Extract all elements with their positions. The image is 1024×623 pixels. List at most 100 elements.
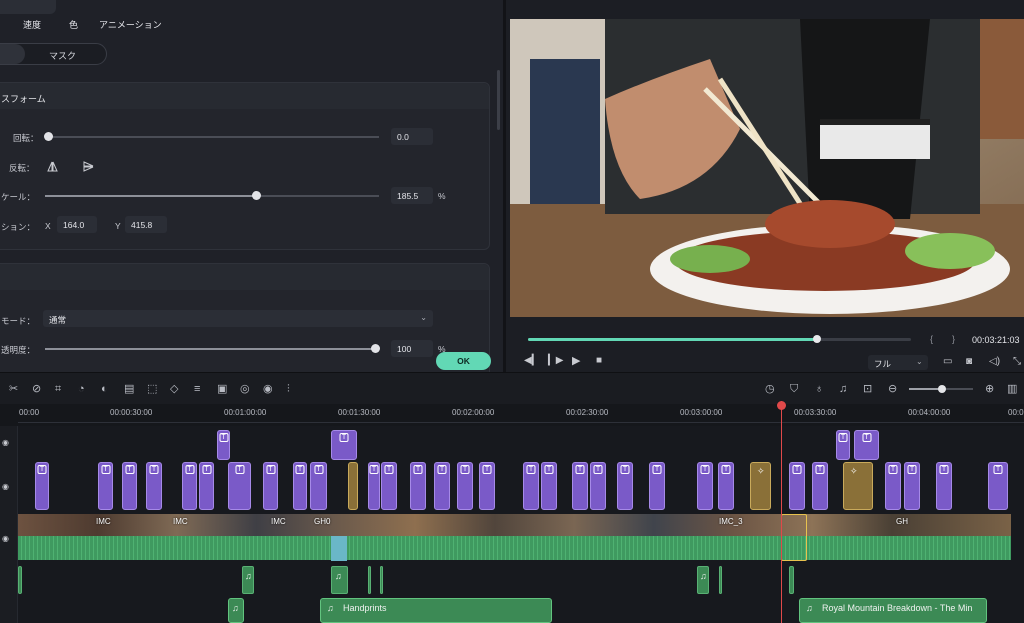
audio-clip[interactable]: ♫: [331, 566, 348, 594]
title-clip[interactable]: T: [885, 462, 901, 510]
effect-clip[interactable]: ✧: [750, 462, 771, 510]
title-clip[interactable]: T: [35, 462, 49, 510]
fit-icon[interactable]: ⊡: [863, 384, 872, 395]
stop-icon[interactable]: ■: [596, 356, 602, 366]
title-clip[interactable]: T: [434, 462, 450, 510]
title-clip[interactable]: T: [199, 462, 214, 510]
compositing-header[interactable]: [0, 264, 489, 290]
tab-color[interactable]: 色: [69, 18, 78, 31]
title-clip[interactable]: T: [228, 462, 251, 510]
microphone-icon[interactable]: ♁: [815, 384, 823, 395]
rotation-slider-knob[interactable]: [44, 132, 53, 141]
rotation-slider[interactable]: [49, 136, 379, 138]
scissors-icon[interactable]: ✂: [9, 384, 18, 395]
frame-icon[interactable]: ⬚: [147, 384, 157, 395]
track-head-title-2[interactable]: ◉: [0, 460, 18, 514]
title-clip[interactable]: T: [904, 462, 920, 510]
properties-scrollbar[interactable]: [497, 70, 500, 130]
eye-icon[interactable]: ◉: [2, 438, 9, 447]
audio-clip[interactable]: ♫: [697, 566, 709, 594]
title-clip[interactable]: T: [410, 462, 426, 510]
title-clip[interactable]: T: [122, 462, 137, 510]
audio-clip[interactable]: [368, 566, 371, 594]
title-clip[interactable]: T: [368, 462, 380, 510]
scale-input[interactable]: 185.5: [391, 187, 433, 204]
keyframe-icon[interactable]: ◇: [170, 384, 178, 395]
music-clip-royal-mountain[interactable]: ♫ Royal Mountain Breakdown - The Min: [799, 598, 987, 623]
rotation-input[interactable]: 0.0: [391, 128, 433, 145]
marker-icon[interactable]: ⛉: [790, 384, 798, 395]
title-clip[interactable]: T: [617, 462, 633, 510]
position-y-input[interactable]: 415.8: [125, 216, 167, 233]
tab-animation[interactable]: アニメーション: [99, 18, 162, 31]
title-clip[interactable]: T: [381, 462, 397, 510]
zoom-slider-knob[interactable]: [938, 385, 946, 393]
timeline-ruler[interactable]: 00:00 00:00:30:00 00:01:00:00 00:01:30:0…: [0, 404, 1024, 426]
delete-icon[interactable]: ⊘: [32, 384, 41, 395]
play-frame-icon[interactable]: ▎▶︎: [548, 356, 563, 366]
title-clip[interactable]: T: [479, 462, 495, 510]
mark-in-icon[interactable]: {: [930, 334, 933, 344]
music-clip[interactable]: ♫: [228, 598, 244, 623]
audio-clip[interactable]: [380, 566, 383, 594]
text-edit-icon[interactable]: ▤: [124, 384, 134, 395]
effect-clip[interactable]: ✧: [843, 462, 873, 510]
tab-speed[interactable]: 速度: [23, 18, 41, 31]
color-icon[interactable]: ◐: [101, 384, 108, 395]
title-clip[interactable]: T: [523, 462, 539, 510]
freeze-icon[interactable]: ▣: [217, 384, 227, 395]
title-clip[interactable]: T: [146, 462, 162, 510]
track-head-video[interactable]: ◉: [0, 514, 18, 564]
segment-mask[interactable]: マスク: [49, 49, 76, 62]
audio-clip[interactable]: [18, 566, 22, 594]
playhead-line[interactable]: [781, 401, 782, 623]
title-clip[interactable]: T: [263, 462, 278, 510]
title-clip[interactable]: T: [217, 430, 230, 460]
title-clip[interactable]: T: [293, 462, 307, 510]
selected-clip-outline[interactable]: [781, 514, 807, 561]
play-icon[interactable]: ▶: [572, 356, 580, 367]
preview-scrubber[interactable]: [528, 335, 911, 343]
title-clip[interactable]: T: [572, 462, 588, 510]
blend-mode-select[interactable]: 通常 ⌄: [43, 310, 433, 327]
layout-icon[interactable]: ▥: [1007, 384, 1017, 395]
crop-icon[interactable]: ⌗: [55, 384, 61, 395]
camera-icon[interactable]: ◙: [966, 357, 972, 367]
title-clip[interactable]: T: [836, 430, 850, 460]
fullscreen-icon[interactable]: ⤡: [1013, 357, 1021, 367]
title-clip[interactable]: T: [541, 462, 557, 510]
audio-wave-icon[interactable]: ⫶: [287, 384, 290, 395]
ok-button[interactable]: OK: [436, 352, 491, 370]
flip-vertical-icon[interactable]: [83, 161, 94, 175]
title-clip[interactable]: T: [457, 462, 473, 510]
split-icon[interactable]: ◉: [263, 384, 273, 395]
eye-icon[interactable]: ◉: [2, 534, 9, 543]
title-clip[interactable]: T: [98, 462, 113, 510]
title-clip[interactable]: T: [697, 462, 713, 510]
track-head-title-1[interactable]: ◉: [0, 426, 18, 460]
basic-mask-toggle[interactable]: マスク: [0, 43, 107, 65]
track-head-music[interactable]: [0, 598, 18, 623]
step-back-icon[interactable]: ◀︎▎: [524, 356, 539, 366]
selected-audio-segment[interactable]: [331, 536, 347, 561]
title-clip[interactable]: T: [854, 430, 879, 460]
zoom-out-icon[interactable]: ⊖: [888, 384, 897, 395]
title-clip[interactable]: T: [789, 462, 805, 510]
title-clip[interactable]: T: [331, 430, 357, 460]
motion-track-icon[interactable]: ◎: [240, 384, 250, 395]
audio-clip[interactable]: [789, 566, 794, 594]
adjust-icon[interactable]: ≡: [194, 384, 200, 395]
opacity-input[interactable]: 100: [391, 340, 433, 357]
title-clip[interactable]: T: [310, 462, 327, 510]
opacity-slider-knob[interactable]: [371, 344, 380, 353]
title-clip[interactable]: T: [718, 462, 734, 510]
title-clip[interactable]: T: [936, 462, 952, 510]
mark-out-icon[interactable]: }: [952, 334, 955, 344]
title-clip[interactable]: T: [649, 462, 665, 510]
title-clip[interactable]: T: [988, 462, 1008, 510]
effect-clip[interactable]: [348, 462, 358, 510]
main-video-track[interactable]: IMC IMC IMC GH0 IMC_3 GH: [18, 514, 1011, 562]
audio-mix-icon[interactable]: ♫: [839, 384, 847, 395]
title-clip[interactable]: T: [182, 462, 197, 510]
render-icon[interactable]: ◷: [765, 384, 775, 395]
